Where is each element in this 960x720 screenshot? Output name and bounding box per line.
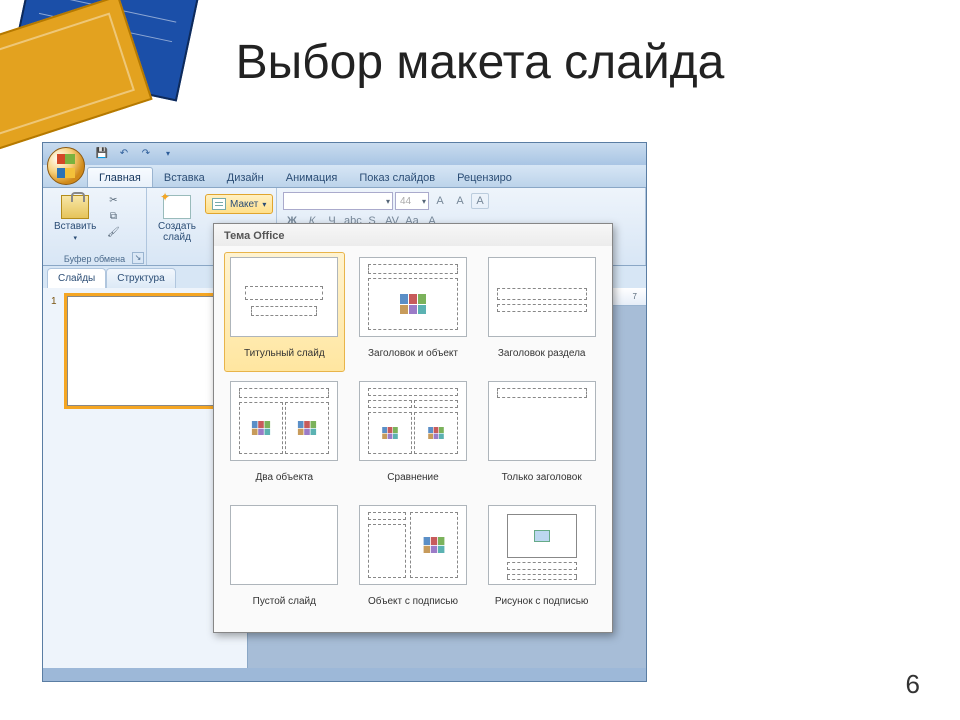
clear-format-icon[interactable]: A [471,193,489,209]
layout-icon [212,198,226,210]
copy-icon[interactable]: ⧉ [105,210,121,224]
paste-label: Вставить [54,221,96,232]
qat-dropdown-icon[interactable]: ▾ [161,147,175,161]
layout-section-header[interactable]: Заголовок раздела [481,252,602,372]
redo-icon[interactable]: ↷ [139,147,153,161]
layout-gallery: Тема Office Титульный слайд Заголовок и … [213,223,613,633]
tab-review[interactable]: Рецензиро [446,168,523,187]
layout-blank[interactable]: Пустой слайд [224,500,345,620]
tab-slides[interactable]: Слайды [47,268,106,288]
thumb-preview [67,296,217,406]
slide-title: Выбор макета слайда [0,35,960,90]
tab-insert[interactable]: Вставка [153,168,216,187]
clipboard-group: Вставить ▾ ✂ ⧉ 🖌 Буфер обмена ↘ [43,188,147,265]
new-slide-icon [163,195,191,219]
tab-design[interactable]: Дизайн [216,168,275,187]
layout-title-only[interactable]: Только заголовок [481,376,602,496]
page-number: 6 [906,669,920,700]
layout-button[interactable]: Макет ▾ [205,194,273,214]
clipboard-group-label: Буфер обмена [43,254,146,264]
clipboard-icon [61,195,89,219]
paste-button[interactable]: Вставить ▾ [49,192,101,245]
new-slide-label: Создать слайд [158,221,196,243]
new-slide-button[interactable]: Создать слайд [153,192,201,246]
layout-button-label: Макет [230,199,258,210]
font-size-select[interactable]: 44 [395,192,429,210]
tab-outline[interactable]: Структура [106,268,175,288]
shrink-font-icon[interactable]: A [451,193,469,209]
ribbon: Вставить ▾ ✂ ⧉ 🖌 Буфер обмена ↘ Создать … [43,188,646,266]
layout-title-content[interactable]: Заголовок и объект [353,252,474,372]
titlebar: 💾 ↶ ↷ ▾ [43,143,646,165]
cut-icon[interactable]: ✂ [105,194,121,208]
quick-access-toolbar: 💾 ↶ ↷ ▾ [95,147,175,161]
tab-home[interactable]: Главная [87,167,153,187]
font-family-select[interactable] [283,192,393,210]
layout-title-slide[interactable]: Титульный слайд [224,252,345,372]
ribbon-tabs: Главная Вставка Дизайн Анимация Показ сл… [43,165,646,188]
thumb-number: 1 [51,296,61,406]
clipboard-dialog-launcher[interactable]: ↘ [132,252,144,264]
layout-picture-caption[interactable]: Рисунок с подписью [481,500,602,620]
tab-animation[interactable]: Анимация [275,168,349,187]
layout-comparison[interactable]: Сравнение [353,376,474,496]
undo-icon[interactable]: ↶ [117,147,131,161]
slide-thumbnail[interactable]: 1 [51,296,239,406]
powerpoint-window: 💾 ↶ ↷ ▾ Главная Вставка Дизайн Анимация … [42,142,647,682]
layout-two-content[interactable]: Два объекта [224,376,345,496]
grow-font-icon[interactable]: A [431,193,449,209]
office-button[interactable] [47,147,85,185]
tab-slideshow[interactable]: Показ слайдов [348,168,446,187]
layout-content-caption[interactable]: Объект с подписью [353,500,474,620]
save-icon[interactable]: 💾 [95,147,109,161]
format-painter-icon[interactable]: 🖌 [105,226,121,240]
gallery-header: Тема Office [214,224,612,246]
